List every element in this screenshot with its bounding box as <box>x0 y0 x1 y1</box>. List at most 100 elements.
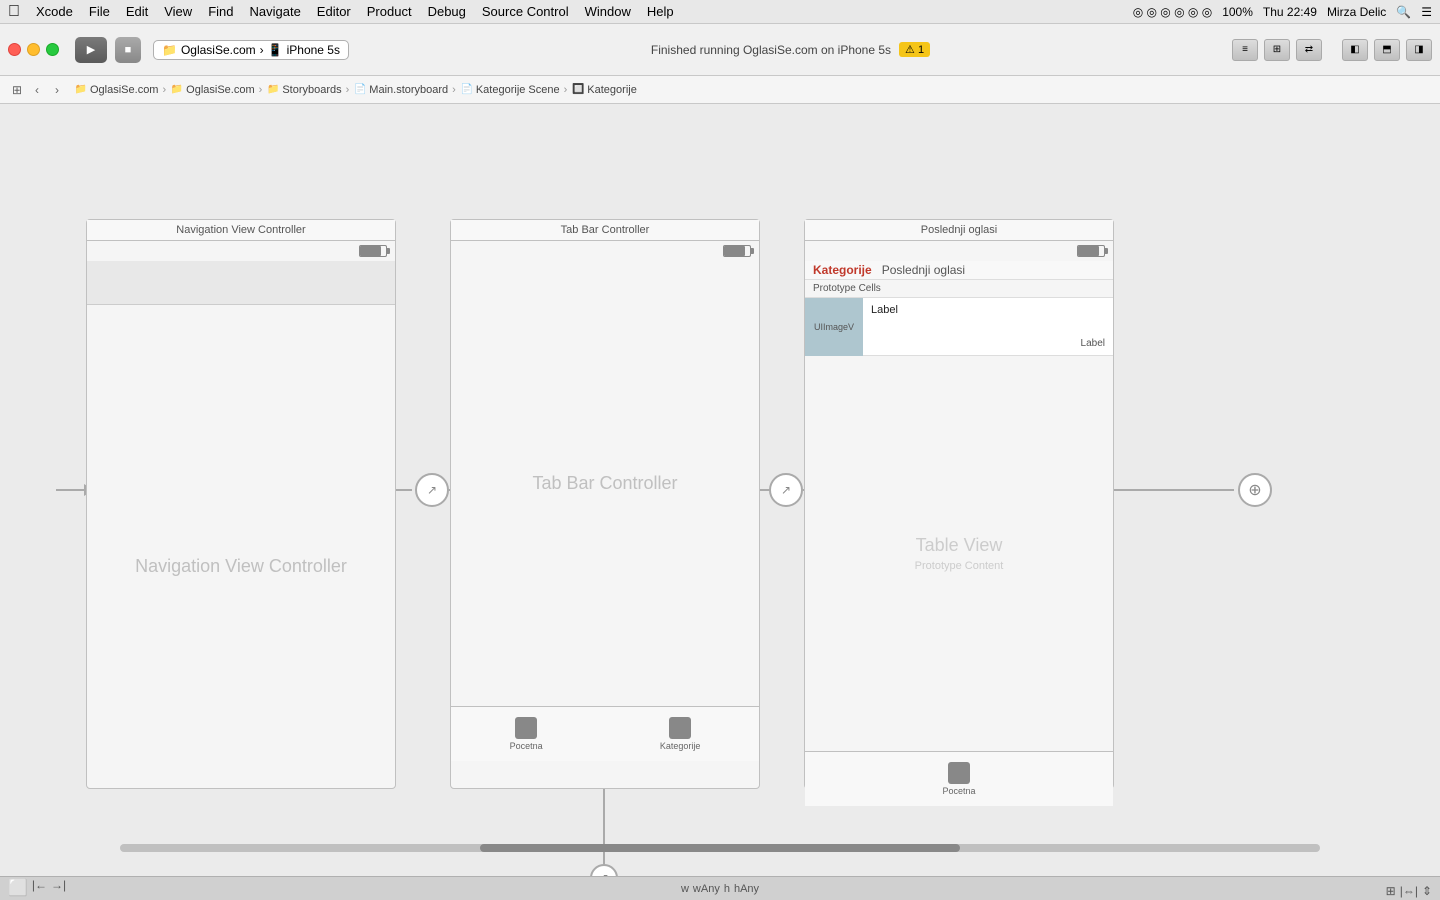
editor-standard-button[interactable]: ≡ <box>1232 39 1258 61</box>
forward-button[interactable]: › <box>48 81 66 99</box>
breadcrumb-label-1: OglasiSe.com <box>90 84 158 96</box>
nav-kategorije-link[interactable]: Kategorije <box>813 263 872 277</box>
navigation-view-controller[interactable]: Navigation View Controller Navigation Vi… <box>86 219 396 789</box>
breadcrumb-item-1[interactable]: 📁 OglasiSe.com <box>74 83 158 97</box>
status-right-buttons: ⊞ |⇔| ⇕ <box>1386 884 1432 898</box>
status-size-button-2[interactable]: |⇔| <box>1400 884 1418 898</box>
nav-vc-status-bar <box>87 241 395 261</box>
prototype-cell[interactable]: UIImageV Label Label <box>805 298 1113 356</box>
view-icon: 🔲 <box>571 83 585 97</box>
nav-vc-body: Navigation View Controller <box>87 305 395 829</box>
status-size-button-1[interactable]: ⊞ <box>1386 884 1396 898</box>
folder-icon: 📁 <box>74 83 88 97</box>
table-vc-nav-bar: Kategorije Poslednji oglasi <box>805 261 1113 280</box>
battery-indicator: 100% <box>1222 5 1253 19</box>
nav-to-tab-connector <box>396 489 412 491</box>
user-name: Mirza Delic <box>1327 5 1386 19</box>
warning-badge[interactable]: ⚠ 1 <box>899 42 930 57</box>
menu-xcode[interactable]: Xcode <box>36 4 73 19</box>
menu-editor[interactable]: Editor <box>317 4 351 19</box>
tab-item-pocetna[interactable]: Pocetna <box>510 717 543 751</box>
menu-find[interactable]: Find <box>208 4 233 19</box>
scheme-device-icon: 📱 <box>268 43 283 57</box>
menu-right: ◎ ◎ ◎ ◎ ◎ ◎ 100% Thu 22:49 Mirza Delic 🔍… <box>1133 5 1432 19</box>
menu-product[interactable]: Product <box>367 4 412 19</box>
status-nav-button-1[interactable]: |← <box>32 878 47 898</box>
horizontal-scrollbar[interactable] <box>120 844 1320 852</box>
table-tab-item-pocetna[interactable]: Pocetna <box>942 762 975 796</box>
menu-icons: ◎ ◎ ◎ ◎ ◎ ◎ <box>1133 5 1213 19</box>
scheme-selector[interactable]: 📁 OglasiSe.com › 📱 iPhone 5s <box>153 40 349 60</box>
breadcrumb-item-2[interactable]: 📁 OglasiSe.com <box>170 83 254 97</box>
status-bar: ⬜ |← →| w wAny h hAny ⊞ |⇔| ⇕ <box>0 876 1440 900</box>
menu-help[interactable]: Help <box>647 4 674 19</box>
tab-label-kategorije: Kategorije <box>660 741 701 751</box>
breadcrumb-item-5[interactable]: 📄 Kategorije Scene <box>460 83 560 97</box>
exit-segue-button[interactable]: ⊕ <box>1238 473 1272 507</box>
navigator-toggle[interactable]: ◧ <box>1342 39 1368 61</box>
scheme-project-icon: 📁 <box>162 43 177 57</box>
toolbar: ▶ ■ 📁 OglasiSe.com › 📱 iPhone 5s Finishe… <box>0 24 1440 76</box>
breadcrumb-label-2: OglasiSe.com <box>186 84 254 96</box>
table-vc-status-bar <box>805 241 1113 261</box>
tab-battery-icon <box>723 245 751 257</box>
editor-version-button[interactable]: ⇄ <box>1296 39 1322 61</box>
segue-icon: ↗ <box>427 483 437 497</box>
menu-debug[interactable]: Debug <box>428 4 466 19</box>
menu-source-control[interactable]: Source Control <box>482 4 569 19</box>
apple-menu[interactable]:  <box>8 3 20 21</box>
segue-nav-to-tab[interactable]: ↗ <box>415 473 449 507</box>
menu-view[interactable]: View <box>164 4 192 19</box>
bottom-segue-circle[interactable]: ↗ <box>590 864 618 876</box>
segue-tab-to-table[interactable]: ↗ <box>769 473 803 507</box>
cell-label-top: Label <box>871 304 1105 316</box>
storyboard-canvas[interactable]: Navigation View Controller Navigation Vi… <box>0 104 1440 876</box>
status-nav-button-2[interactable]: →| <box>51 878 66 898</box>
tab-item-kategorije[interactable]: Kategorije <box>660 717 701 751</box>
maximize-button[interactable] <box>46 43 59 56</box>
back-button[interactable]: ‹ <box>28 81 46 99</box>
stop-button[interactable]: ■ <box>115 37 141 63</box>
editor-assistant-button[interactable]: ⊞ <box>1264 39 1290 61</box>
status-toggle-button[interactable]: ⬜ <box>8 878 28 898</box>
breadcrumb-item-3[interactable]: 📁 Storyboards <box>266 83 341 97</box>
grid-view-button[interactable]: ⊞ <box>8 81 26 99</box>
table-view-controller[interactable]: Poslednji oglasi Kategorije Poslednji og… <box>804 219 1114 789</box>
table-battery-icon <box>1077 245 1105 257</box>
tab-vc-placeholder-text: Tab Bar Controller <box>532 473 677 494</box>
breadcrumb-item-6[interactable]: 🔲 Kategorije <box>571 83 637 97</box>
table-view-sub: Prototype Content <box>915 560 1004 572</box>
storyboard-file-icon: 📄 <box>353 83 367 97</box>
minimize-button[interactable] <box>27 43 40 56</box>
cell-label-bottom: Label <box>871 338 1105 349</box>
tab-bar-controller[interactable]: Tab Bar Controller Tab Bar Controller Po… <box>450 219 760 789</box>
search-icon[interactable]: 🔍 <box>1396 5 1411 19</box>
scrollbar-thumb[interactable] <box>480 844 960 852</box>
breadcrumb-label-4: Main.storyboard <box>369 84 448 96</box>
traffic-lights <box>8 43 59 56</box>
debug-toggle[interactable]: ⬒ <box>1374 39 1400 61</box>
menu-window[interactable]: Window <box>585 4 631 19</box>
status-size-button-3[interactable]: ⇕ <box>1422 884 1432 898</box>
breadcrumb-item-4[interactable]: 📄 Main.storyboard <box>353 83 448 97</box>
storyboards-folder-icon: 📁 <box>266 83 280 97</box>
breadcrumb-label-5: Kategorije Scene <box>476 84 560 96</box>
w-label: w <box>681 883 689 895</box>
tab-icon-pocetna <box>515 717 537 739</box>
breadcrumb-label-3: Storyboards <box>282 84 341 96</box>
menu-bar:  Xcode File Edit View Find Navigate Edi… <box>0 0 1440 24</box>
exit-connector-line <box>1114 489 1234 491</box>
cell-image-view: UIImageV <box>805 298 863 356</box>
menu-edit[interactable]: Edit <box>126 4 148 19</box>
run-button[interactable]: ▶ <box>75 37 107 63</box>
list-icon[interactable]: ☰ <box>1421 5 1432 19</box>
menu-file[interactable]: File <box>89 4 110 19</box>
scene-icon: 📄 <box>460 83 474 97</box>
close-button[interactable] <box>8 43 21 56</box>
nav-bar-area <box>87 261 395 305</box>
utilities-toggle[interactable]: ◨ <box>1406 39 1432 61</box>
scheme-device-name: iPhone 5s <box>287 43 340 57</box>
menu-navigate[interactable]: Navigate <box>249 4 300 19</box>
breadcrumb-sep-3: › <box>346 84 350 96</box>
breadcrumb-sep-2: › <box>259 84 263 96</box>
